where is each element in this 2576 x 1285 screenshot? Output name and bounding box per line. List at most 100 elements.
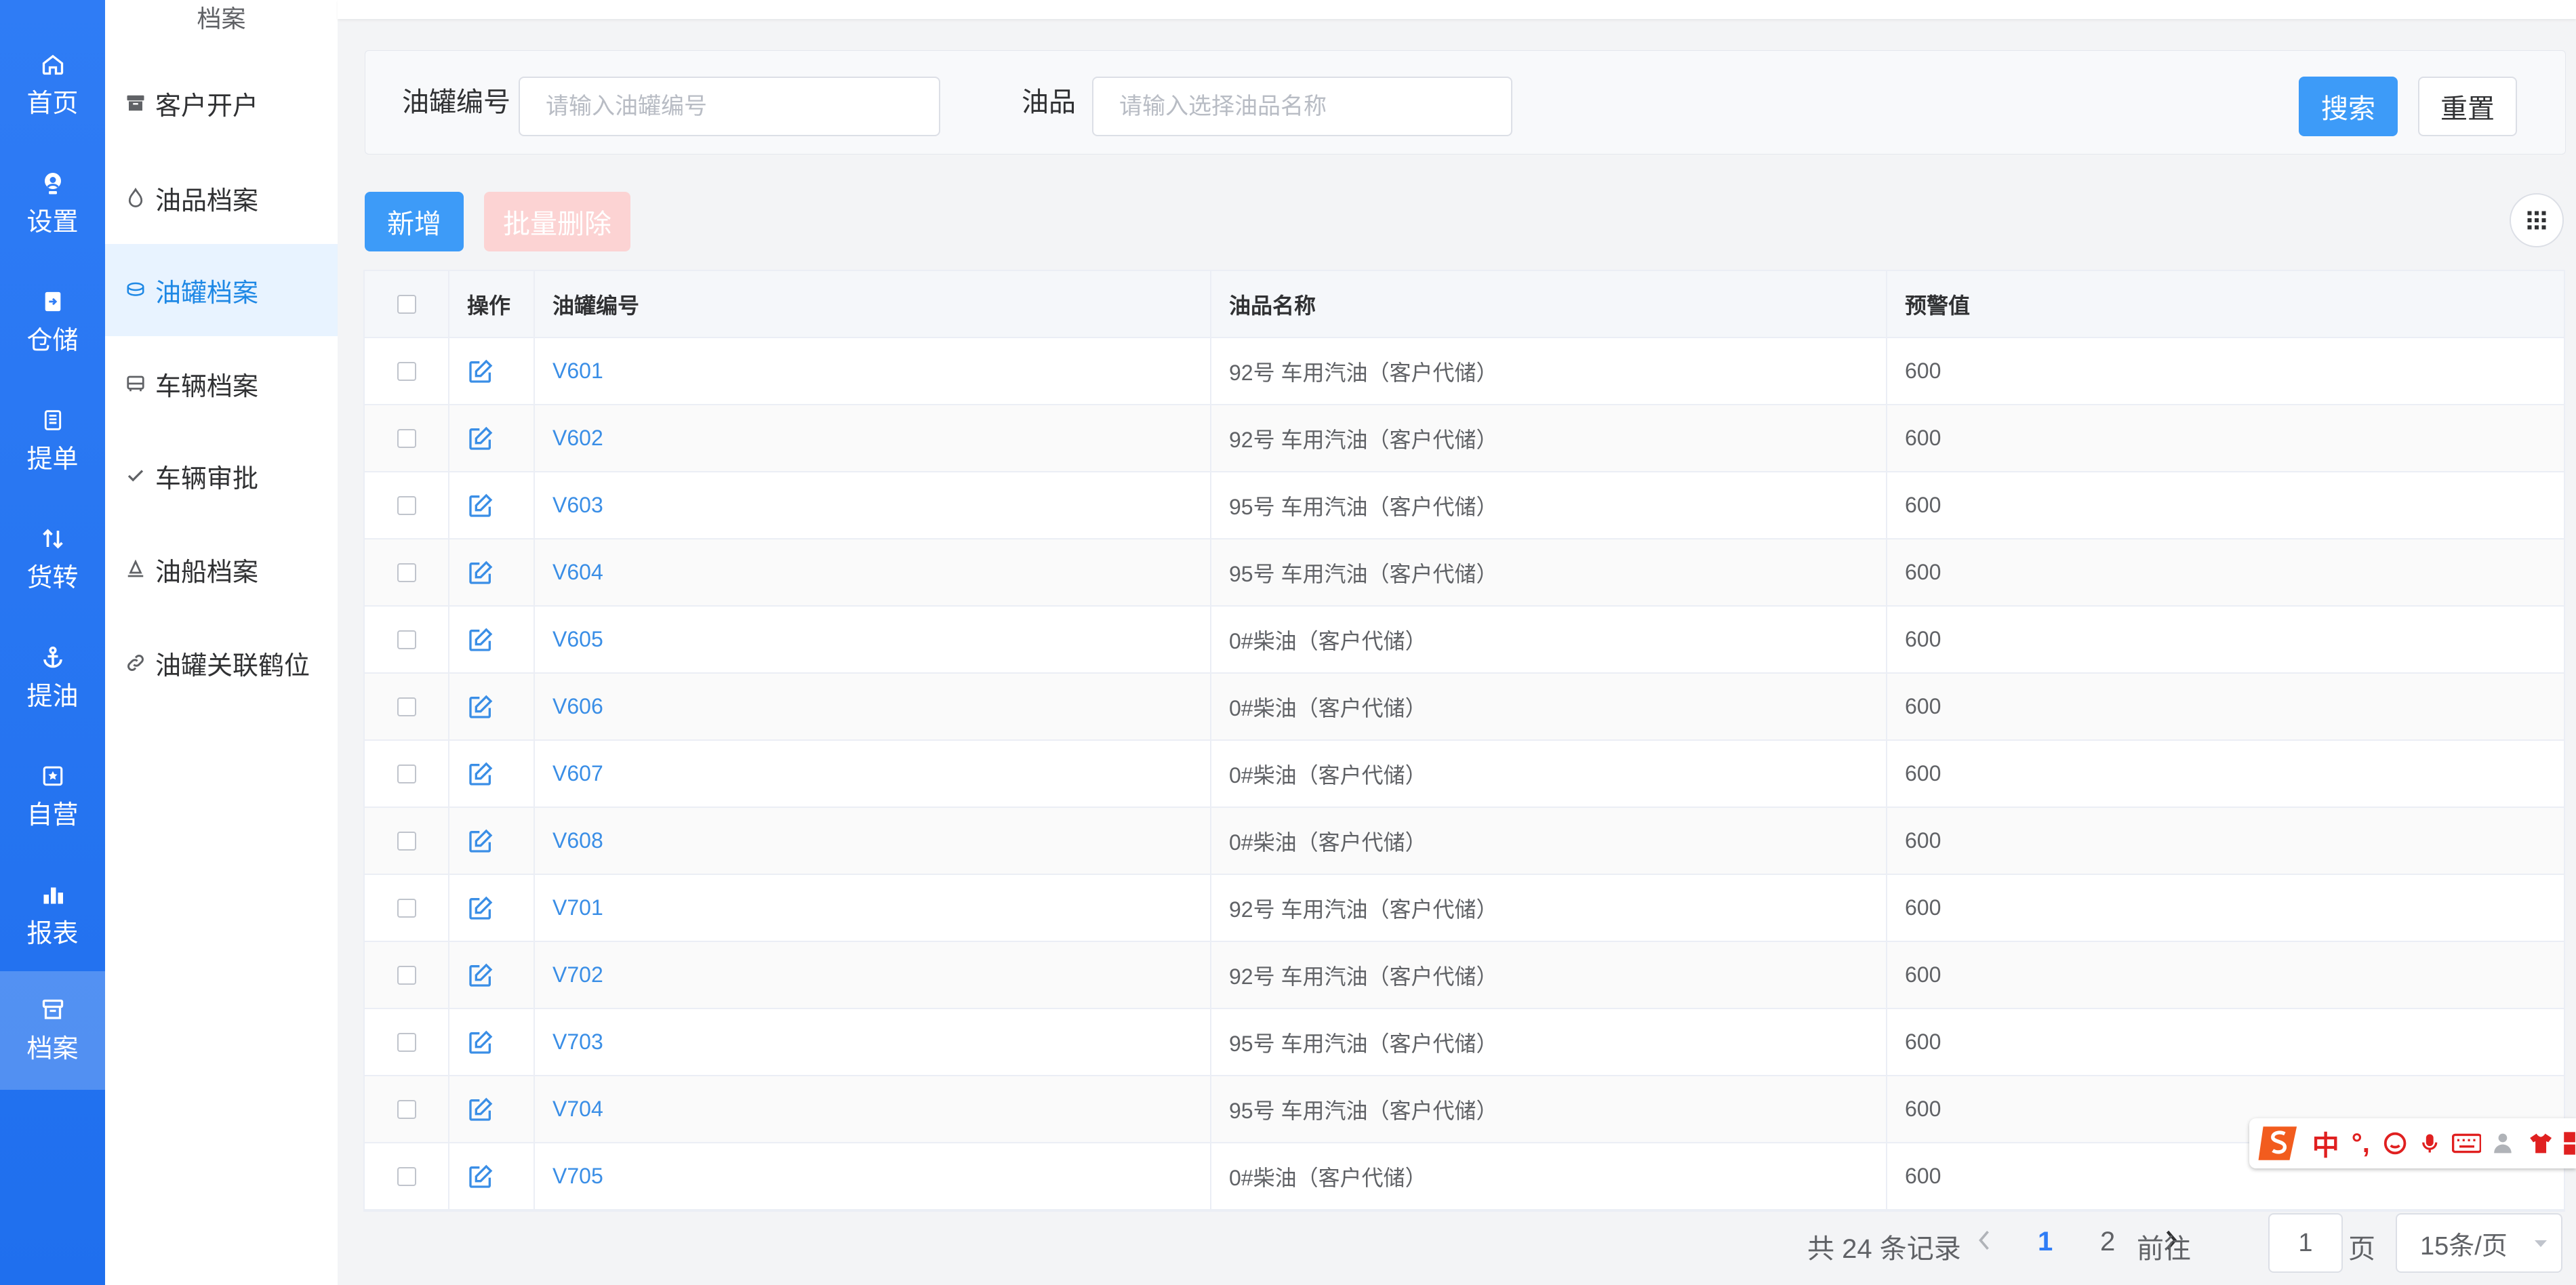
submenu-item-ship-archive[interactable]: 油船档案 [105,523,338,615]
row-checkbox[interactable] [397,495,416,515]
row-select-cell[interactable] [365,741,449,807]
nav-item-report[interactable]: 报表 [0,864,105,966]
nav-item-self-operated[interactable]: 自营 [0,746,105,847]
tank-code-link[interactable]: V608 [552,828,603,853]
ime-toolbar[interactable]: 中 °, [2249,1118,2576,1168]
submenu-item-label: 车辆档案 [155,372,259,401]
edit-icon[interactable] [467,358,494,385]
submenu-item-vehicle-approval[interactable]: 车辆审批 [105,430,338,522]
edit-icon[interactable] [467,492,494,519]
table-body: V601 92号 车用汽油（客户代储） 600 V602 92号 车用汽油（客户代储） 6… [365,338,2564,1210]
oil-label: 油品 [1022,87,1076,117]
toolbox-icon [2564,1132,2575,1155]
table-row: V605 0#柴油（客户代储） 600 [365,607,2564,674]
row-checkbox[interactable] [397,965,416,985]
row-select-cell[interactable] [365,405,449,471]
edit-icon[interactable] [467,1163,494,1190]
row-select-cell[interactable] [365,338,449,404]
row-select-cell[interactable] [365,942,449,1008]
row-code-cell: V601 [535,338,1211,404]
row-select-cell[interactable] [365,1009,449,1075]
column-settings-button[interactable] [2510,193,2564,247]
row-checkbox[interactable] [397,831,416,851]
edit-icon[interactable] [467,828,494,855]
edit-icon[interactable] [467,895,494,922]
tank-code-link[interactable]: V704 [552,1097,603,1122]
tank-code-link[interactable]: V705 [552,1164,603,1189]
row-checkbox[interactable] [397,361,416,381]
search-panel: 油罐编号 油品 搜索 重置 [365,50,2566,155]
add-button[interactable]: 新增 [365,192,464,251]
nav-item-storage[interactable]: 仓储 [0,271,105,373]
tank-code-link[interactable]: V601 [552,359,603,384]
nav-label: 仓储 [26,326,79,355]
tank-code-link[interactable]: V606 [552,694,603,719]
edit-icon[interactable] [467,1029,494,1056]
edit-icon[interactable] [467,1096,494,1123]
submenu-item-vehicle-archive[interactable]: 车辆档案 [105,338,338,430]
edit-icon[interactable] [467,760,494,788]
header-warn: 预警值 [1905,293,1971,318]
search-button[interactable]: 搜索 [2299,77,2398,136]
submenu-item-tank-crane-link[interactable]: 油罐关联鹤位 [105,617,338,709]
row-select-cell[interactable] [365,875,449,941]
nav-label: 报表 [26,919,79,948]
edit-icon[interactable] [467,425,494,452]
table-row: V705 0#柴油（客户代储） 600 [365,1143,2564,1210]
row-select-cell[interactable] [365,808,449,874]
nav-item-archive[interactable]: 档案 [0,971,105,1090]
row-select-cell[interactable] [365,539,449,605]
batch-delete-button[interactable]: 批量删除 [484,192,630,251]
row-checkbox[interactable] [397,428,416,448]
tank-code-input[interactable] [519,77,940,136]
row-select-cell[interactable] [365,1076,449,1142]
edit-icon[interactable] [467,693,494,720]
row-checkbox[interactable] [397,697,416,716]
row-checkbox[interactable] [397,1099,416,1119]
row-checkbox[interactable] [397,764,416,783]
nav-item-transfer[interactable]: 货转 [0,508,105,610]
oil-name-input[interactable] [1092,77,1512,136]
chart-icon [39,881,66,908]
row-select-cell[interactable] [365,472,449,538]
row-select-cell[interactable] [365,1143,449,1209]
nav-item-settings[interactable]: 设置 [0,152,105,254]
page-2[interactable]: 2 [2100,1227,2115,1257]
edit-icon[interactable] [467,626,494,653]
table-row: V604 95号 车用汽油（客户代储） 600 [365,539,2564,607]
row-code-cell: V606 [535,674,1211,739]
row-checkbox[interactable] [397,898,416,918]
row-checkbox[interactable] [397,563,416,582]
tank-code-link[interactable]: V607 [552,761,603,786]
nav-item-bill[interactable]: 提单 [0,390,105,491]
tank-code-link[interactable]: V702 [552,962,603,987]
row-checkbox[interactable] [397,1166,416,1186]
row-select-cell[interactable] [365,674,449,739]
header-select-all[interactable] [365,271,449,337]
page-size-select[interactable]: 15条/页 [2396,1213,2562,1273]
row-oil-cell: 92号 车用汽油（客户代储） [1211,405,1887,471]
tank-code-link[interactable]: V701 [552,895,603,920]
row-checkbox[interactable] [397,630,416,649]
nav-item-oil-pickup[interactable]: 提油 [0,627,105,729]
tank-code-link[interactable]: V605 [552,627,603,652]
row-warn-cell: 600 [1905,1029,1941,1054]
nav-item-home[interactable]: 首页 [0,34,105,136]
page-1[interactable]: 1 [2038,1227,2053,1257]
tank-code-link[interactable]: V703 [552,1029,603,1055]
prev-page-button[interactable] [1974,1225,1994,1263]
edit-icon[interactable] [467,559,494,586]
select-all-checkbox[interactable] [397,294,416,314]
submenu-item-tank-archive[interactable]: 油罐档案 [105,244,338,336]
row-checkbox[interactable] [397,1032,416,1052]
submenu-item-oil-archive[interactable]: 油品档案 [105,152,338,244]
goto-page-input[interactable] [2268,1213,2343,1273]
row-select-cell[interactable] [365,607,449,672]
tank-code-link[interactable]: V603 [552,493,603,518]
edit-icon[interactable] [467,962,494,989]
row-warn-cell: 600 [1905,426,1941,450]
reset-button[interactable]: 重置 [2418,77,2517,136]
tank-code-link[interactable]: V602 [552,426,603,451]
tank-code-link[interactable]: V604 [552,560,603,585]
submenu-item-customer-account[interactable]: 客户开户 [105,57,338,149]
